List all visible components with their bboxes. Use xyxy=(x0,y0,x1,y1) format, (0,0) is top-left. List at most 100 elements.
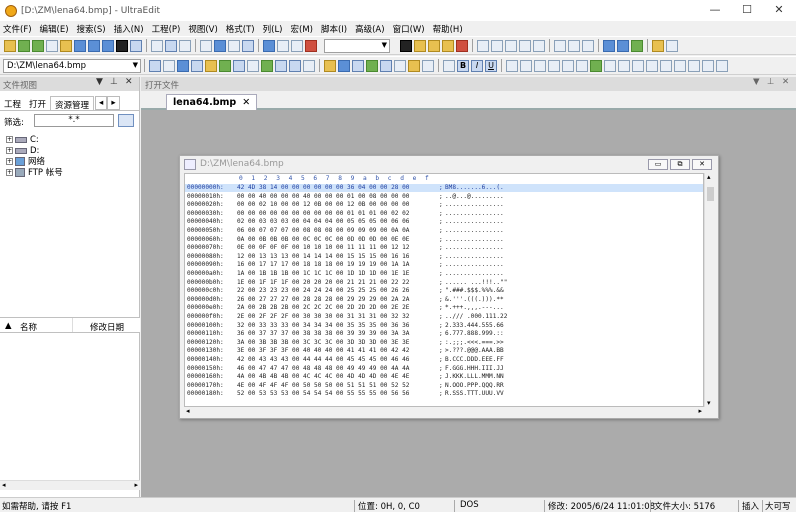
hex-row[interactable]: 00000170h: 4E 00 4F 4F 4F 00 50 50 50 00 … xyxy=(185,382,703,390)
hex-row[interactable]: 000000c0h: 22 00 23 23 23 00 24 24 24 00 … xyxy=(185,287,703,295)
left-horizontal-scrollbar[interactable]: ◂ ▸ xyxy=(0,480,140,490)
hex-row[interactable]: 000000d0h: 26 00 27 27 27 00 28 28 28 00 … xyxy=(185,296,703,304)
sort-up-icon[interactable]: ▲ xyxy=(5,321,12,331)
save-all-icon[interactable] xyxy=(88,39,100,52)
hr-icon[interactable] xyxy=(422,59,434,72)
tree-item-network[interactable]: + 网络 xyxy=(6,156,63,167)
hex-mode-icon[interactable] xyxy=(214,39,226,52)
heading-icon[interactable] xyxy=(443,59,455,72)
tab-scroll-right-icon[interactable]: ▸ xyxy=(107,96,120,110)
file-view-icon[interactable] xyxy=(568,39,580,52)
scroll-up-icon[interactable]: ▴ xyxy=(707,173,711,181)
style-icon[interactable] xyxy=(688,59,700,72)
word-wrap-icon[interactable] xyxy=(200,39,212,52)
expand-icon[interactable]: + xyxy=(6,136,13,143)
child-close-icon[interactable]: ✕ xyxy=(692,159,712,170)
word-icon[interactable] xyxy=(177,59,189,72)
italic-icon[interactable]: I xyxy=(471,59,483,72)
cut-icon[interactable] xyxy=(277,39,289,52)
html-form-icon[interactable] xyxy=(247,59,259,72)
scroll-right-icon[interactable]: ▸ xyxy=(698,407,702,415)
tab-explorer[interactable]: 资源管理 xyxy=(50,96,95,111)
child-restore-icon[interactable]: ⧉ xyxy=(670,159,690,170)
filter-input[interactable]: *.* xyxy=(34,114,114,127)
menu-project[interactable]: 工程(P) xyxy=(149,21,186,36)
print-preview-icon[interactable] xyxy=(165,39,177,52)
file-path-combo[interactable]: D:\ZM\lena64.bmp ▼ xyxy=(3,58,141,73)
hex-row[interactable]: 00000010h: 00 00 40 00 00 00 40 00 00 00 … xyxy=(185,193,703,201)
hex-row[interactable]: 00000150h: 46 00 47 47 47 00 48 48 48 00 … xyxy=(185,365,703,373)
pane-dropdown-icon[interactable]: ▼ xyxy=(96,77,103,87)
hex-row[interactable]: 00000130h: 3E 00 3F 3F 3F 00 40 40 40 00 … xyxy=(185,347,703,355)
hex-row[interactable]: 00000040h: 02 00 03 03 03 00 04 04 04 00 … xyxy=(185,218,703,226)
hex-horizontal-scrollbar[interactable]: ◂ ▸ xyxy=(184,407,704,417)
replace-in-files-icon[interactable] xyxy=(456,39,468,52)
bold-icon[interactable]: B xyxy=(457,59,469,72)
indent-icon[interactable] xyxy=(562,59,574,72)
hex-row[interactable]: 00000070h: 0E 00 0F 0F 0F 00 10 10 10 00 … xyxy=(185,244,703,252)
paste-icon[interactable] xyxy=(305,39,317,52)
menu-search[interactable]: 搜索(S) xyxy=(74,21,111,36)
context-help-icon[interactable] xyxy=(666,39,678,52)
maximize-button[interactable]: ☐ xyxy=(732,3,762,16)
replace-icon[interactable] xyxy=(428,39,440,52)
font-icon[interactable] xyxy=(116,39,128,52)
html-image-icon[interactable] xyxy=(219,59,231,72)
hex-row[interactable]: 000000b0h: 1E 00 1F 1F 1F 00 20 20 20 00 … xyxy=(185,279,703,287)
div-icon[interactable] xyxy=(702,59,714,72)
header-pin-icon[interactable]: ⊥ xyxy=(767,77,774,87)
hex-row[interactable]: 00000140h: 42 00 43 43 43 00 44 44 44 00 … xyxy=(185,356,703,364)
status-line-ending[interactable]: DOS xyxy=(460,500,479,510)
column-mode-icon[interactable] xyxy=(228,39,240,52)
column-name[interactable]: 名称 xyxy=(20,321,37,333)
menu-script[interactable]: 脚本(I) xyxy=(318,21,352,36)
hex-row[interactable]: 00000030h: 00 00 00 00 00 00 00 00 00 00 … xyxy=(185,210,703,218)
hex-row[interactable]: 00000050h: 06 00 07 07 07 00 08 08 08 00 … xyxy=(185,227,703,235)
header-close-icon[interactable]: ✕ xyxy=(782,77,789,87)
tab-open[interactable]: 打开 xyxy=(25,96,50,110)
hex-row[interactable]: 000000e0h: 2A 00 2B 2B 2B 00 2C 2C 2C 00 … xyxy=(185,304,703,312)
align-right-icon[interactable] xyxy=(534,59,546,72)
status-write-mode[interactable]: 大可写 xyxy=(765,500,791,512)
tree-item-ftp[interactable]: + FTP 帐号 xyxy=(6,167,63,178)
hex-view[interactable]: 0 12 3 4 5 67 8 9 a bc d e f 00000000h: 42 4D 38 14 0… xyxy=(184,173,704,407)
break-icon[interactable] xyxy=(632,59,644,72)
menu-view[interactable]: 视图(V) xyxy=(185,21,222,36)
outdent-icon[interactable] xyxy=(576,59,588,72)
hex-row[interactable]: 00000100h: 32 00 33 33 33 00 34 34 34 00 … xyxy=(185,322,703,330)
hex-vertical-scrollbar[interactable]: ▴ ▾ xyxy=(704,173,716,407)
status-insert-mode[interactable]: 插入 xyxy=(742,500,759,512)
view-icon[interactable] xyxy=(242,39,254,52)
close-file-icon[interactable] xyxy=(102,39,114,52)
pane-pin-icon[interactable]: ⊥ xyxy=(110,77,118,87)
file-tab-lena64[interactable]: lena64.bmp ✕ xyxy=(166,94,258,110)
hex-row[interactable]: 00000160h: 4A 00 4B 4B 4B 00 4C 4C 4C 00 … xyxy=(185,373,703,381)
apply-filter-icon[interactable] xyxy=(118,114,134,127)
web-search-icon[interactable] xyxy=(617,39,629,52)
form-icon[interactable] xyxy=(380,59,392,72)
print-icon[interactable] xyxy=(151,39,163,52)
html-link-icon[interactable] xyxy=(261,59,273,72)
scroll-left-icon[interactable]: ◂ xyxy=(186,407,190,415)
window-horizontal-icon[interactable] xyxy=(505,39,517,52)
tree-item-d[interactable]: + D: xyxy=(6,145,63,156)
output-window-icon[interactable] xyxy=(554,39,566,52)
tree-item-c[interactable]: + C: xyxy=(6,134,63,145)
open-icon[interactable] xyxy=(60,39,72,52)
menu-format[interactable]: 格式(T) xyxy=(223,21,260,36)
align-justify-icon[interactable] xyxy=(548,59,560,72)
expand-icon[interactable]: + xyxy=(6,147,13,154)
page-setup-icon[interactable] xyxy=(179,39,191,52)
hex-row[interactable]: 000000f0h: 2E 00 2F 2F 2F 00 30 30 30 00 … xyxy=(185,313,703,321)
scroll-down-icon[interactable]: ▾ xyxy=(707,399,711,407)
expand-icon[interactable]: + xyxy=(6,169,13,176)
underline-icon[interactable]: U xyxy=(485,59,497,72)
space-icon[interactable] xyxy=(646,59,658,72)
color-icon[interactable] xyxy=(324,59,336,72)
clipboard-combo[interactable]: ▼ xyxy=(324,38,390,53)
script-icon[interactable] xyxy=(674,59,686,72)
close-button[interactable]: ✕ xyxy=(764,3,794,16)
window-vertical-icon[interactable] xyxy=(519,39,531,52)
pen-icon[interactable] xyxy=(408,59,420,72)
menu-window[interactable]: 窗口(W) xyxy=(390,21,430,36)
